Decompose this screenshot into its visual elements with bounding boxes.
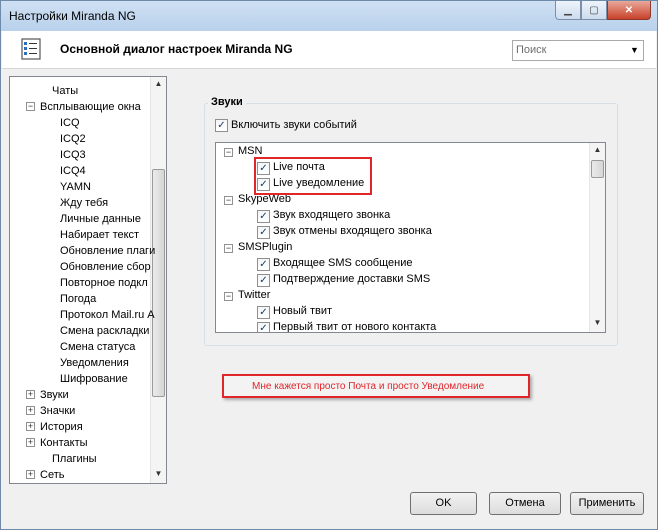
header-title: Основной диалог настроек Miranda NG [60, 42, 293, 56]
tree-expander-icon[interactable]: + [26, 470, 35, 479]
settings-list-icon [21, 38, 41, 60]
tree-scrollbar[interactable]: ▲ ▼ [150, 77, 166, 483]
highlight-box [254, 157, 372, 195]
tree-item[interactable]: Значки [40, 403, 75, 419]
tree-item[interactable]: Плагины [52, 451, 97, 467]
tree-item[interactable]: Всплывающие окна [40, 99, 141, 115]
enable-sounds-checkbox[interactable]: ✓ [215, 119, 228, 132]
tree-item[interactable]: Погода [60, 291, 96, 307]
group-expander-icon[interactable]: − [224, 244, 233, 253]
tree-expander-icon[interactable]: + [26, 422, 35, 431]
close-button[interactable]: ✕ [607, 1, 651, 20]
tree-item[interactable]: Повторное подкл [60, 275, 148, 291]
sound-checkbox[interactable]: ✓ [257, 226, 270, 239]
tree-item[interactable]: Уведомления [60, 355, 129, 371]
tree-expander-icon[interactable]: + [26, 406, 35, 415]
minimize-button[interactable]: ▁ [555, 1, 581, 20]
minimize-icon: ▁ [564, 4, 572, 16]
sound-checkbox[interactable]: ✓ [257, 322, 270, 332]
tree-item[interactable]: YAMN [60, 179, 91, 195]
window-controls: ▁ ▢ ✕ [555, 1, 651, 20]
close-icon: ✕ [624, 4, 634, 16]
tree-item[interactable]: Шифрование [60, 371, 128, 387]
sound-group-label[interactable]: SMSPlugin [238, 241, 292, 253]
group-expander-icon[interactable]: − [224, 292, 233, 301]
scroll-down-icon[interactable]: ▼ [153, 469, 164, 481]
enable-sounds-label: Включить звуки событий [231, 119, 357, 131]
scroll-up-icon[interactable]: ▲ [153, 79, 164, 91]
tree-item[interactable]: Смена статуса [60, 339, 135, 355]
cancel-button[interactable]: Отмена [489, 492, 561, 515]
group-expander-icon[interactable]: − [224, 196, 233, 205]
search-combobox[interactable]: Поиск ▼ [512, 40, 644, 61]
search-placeholder: Поиск [516, 44, 547, 56]
tree-item[interactable]: Смена раскладки [60, 323, 149, 339]
sound-item-label[interactable]: Звук отмены входящего звонка [273, 225, 432, 237]
title-bar[interactable]: Настройки Miranda NG ▁ ▢ ✕ [1, 1, 657, 31]
sound-checkbox[interactable]: ✓ [257, 274, 270, 287]
sounds-group-title: Звуки [208, 96, 246, 108]
window-title: Настройки Miranda NG [9, 9, 136, 23]
settings-tree[interactable]: ▲ ▼ Чаты − Всплывающие окна ICQ ICQ2 ICQ3 ICQ4… [9, 76, 167, 484]
sound-item-label[interactable]: Первый твит от нового контакта [273, 321, 436, 332]
apply-button[interactable]: Применить [570, 492, 644, 515]
maximize-button[interactable]: ▢ [581, 1, 607, 20]
scroll-up-icon[interactable]: ▲ [592, 145, 603, 157]
sound-item-label[interactable]: Подтверждение доставки SMS [273, 273, 430, 285]
tree-expander-icon[interactable]: + [26, 438, 35, 447]
tree-expander-icon[interactable]: + [26, 390, 35, 399]
sound-item-label[interactable]: Входящее SMS сообщение [273, 257, 413, 269]
tree-item[interactable]: ICQ4 [60, 163, 86, 179]
tree-item[interactable]: Обновление плаги [60, 243, 155, 259]
scrollbar-thumb[interactable] [152, 169, 165, 397]
tree-item[interactable]: Сеть [40, 467, 64, 483]
sound-group-label[interactable]: Twitter [238, 289, 270, 301]
tree-item[interactable]: Контакты [40, 435, 88, 451]
annotation-text: Мне кажется просто Почта и просто Уведом… [252, 381, 485, 392]
sound-checkbox[interactable]: ✓ [257, 258, 270, 271]
settings-window: Настройки Miranda NG ▁ ▢ ✕ Основной диал… [0, 0, 658, 530]
sound-item-label[interactable]: Звук входящего звонка [273, 209, 390, 221]
sound-item-label[interactable]: Новый твит [273, 305, 332, 317]
scroll-down-icon[interactable]: ▼ [592, 318, 603, 330]
sound-group-label[interactable]: MSN [238, 145, 262, 157]
scrollbar-thumb[interactable] [591, 160, 604, 178]
tree-item[interactable]: Личные данные [60, 211, 141, 227]
tree-item[interactable]: ICQ3 [60, 147, 86, 163]
tree-item[interactable]: ICQ [60, 115, 80, 131]
tree-item[interactable]: Протокол Mail.ru А [60, 307, 155, 323]
sound-checkbox[interactable]: ✓ [257, 210, 270, 223]
tree-expander-icon[interactable]: − [26, 102, 35, 111]
tree-item[interactable]: Чаты [52, 83, 78, 99]
chevron-down-icon[interactable]: ▼ [630, 45, 640, 55]
tree-item[interactable]: История [40, 419, 83, 435]
annotation-note: Мне кажется просто Почта и просто Уведом… [222, 374, 530, 398]
tree-item[interactable]: Набирает текст [60, 227, 139, 243]
sounds-scrollbar[interactable]: ▲ ▼ [589, 143, 605, 332]
ok-button[interactable]: OK [410, 492, 477, 515]
tree-item[interactable]: ICQ2 [60, 131, 86, 147]
tree-item[interactable]: Обновление сбор [60, 259, 151, 275]
sound-checkbox[interactable]: ✓ [257, 306, 270, 319]
maximize-icon: ▢ [589, 4, 599, 16]
tree-item[interactable]: Жду тебя [60, 195, 108, 211]
tree-item[interactable]: Звуки [40, 387, 69, 403]
group-expander-icon[interactable]: − [224, 148, 233, 157]
